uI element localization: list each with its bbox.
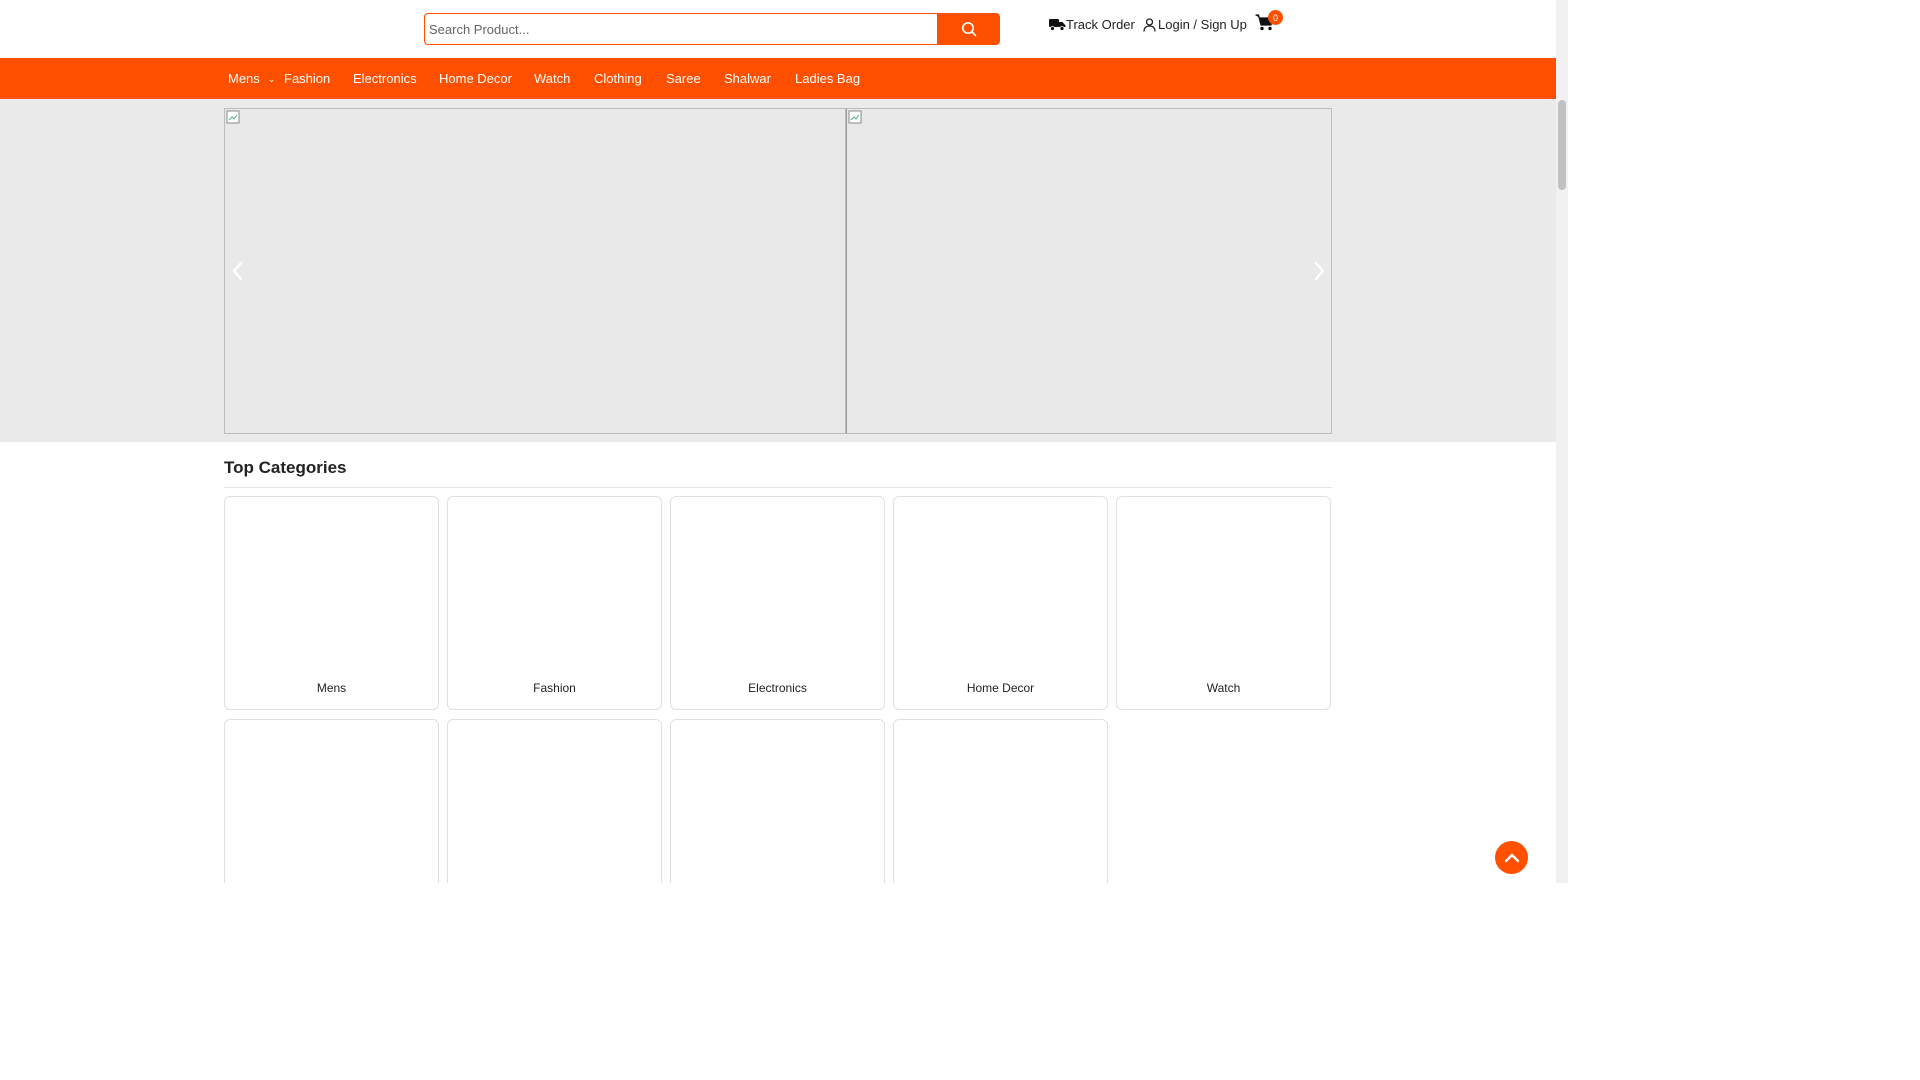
back-to-top-button[interactable] — [1495, 841, 1528, 874]
category-card-fashion[interactable]: Fashion — [447, 496, 662, 710]
nav-item-label: Mens — [228, 71, 260, 86]
category-label: Mens — [316, 681, 347, 695]
truck-icon — [1049, 19, 1066, 31]
nav-item-watch[interactable]: Watch — [534, 58, 570, 99]
category-card[interactable] — [670, 719, 885, 883]
header: Track Order Login / Sign Up 0 — [0, 0, 1556, 58]
category-card-mens[interactable]: Mens — [224, 496, 439, 710]
track-order-link[interactable]: Track Order — [1049, 17, 1135, 32]
carousel-slide[interactable] — [846, 108, 1332, 434]
page: Track Order Login / Sign Up 0 Mens ⌄ Fash… — [0, 0, 1568, 883]
category-card-electronics[interactable]: Electronics — [670, 496, 885, 710]
broken-image-icon — [848, 110, 862, 124]
nav-item-mens[interactable]: Mens ⌄ — [228, 58, 275, 99]
broken-image-icon — [226, 110, 240, 124]
scrollbar-thumb[interactable] — [1558, 100, 1566, 190]
nav-item-electronics[interactable]: Electronics — [353, 58, 417, 99]
category-label: Fashion — [533, 681, 576, 695]
category-card-watch[interactable]: Watch — [1116, 496, 1331, 710]
chevron-right-icon[interactable] — [1310, 259, 1328, 283]
category-label: Electronics — [748, 681, 807, 695]
search-icon — [961, 22, 976, 37]
category-card[interactable] — [447, 719, 662, 883]
search-button[interactable] — [937, 13, 1000, 45]
category-label: Watch — [1206, 681, 1241, 695]
chevron-up-icon — [1504, 853, 1519, 862]
login-label: Login / Sign Up — [1158, 17, 1247, 32]
section-title: Top Categories — [224, 458, 347, 477]
login-link[interactable]: Login / Sign Up — [1143, 17, 1247, 32]
chevron-down-icon: ⌄ — [267, 74, 276, 84]
page-scrollbar[interactable] — [1556, 0, 1568, 883]
cart-button[interactable]: 0 — [1255, 10, 1283, 38]
nav-item-saree[interactable]: Saree — [666, 58, 701, 99]
search-bar — [424, 13, 1000, 45]
category-card[interactable] — [893, 719, 1108, 883]
search-input[interactable] — [424, 13, 937, 45]
category-card[interactable] — [224, 719, 439, 883]
divider — [224, 487, 1332, 488]
chevron-left-icon[interactable] — [229, 259, 247, 283]
nav-item-ladies-bag[interactable]: Ladies Bag — [795, 58, 860, 99]
nav-item-shalwar[interactable]: Shalwar — [724, 58, 771, 99]
cart-count-badge: 0 — [1268, 10, 1283, 25]
nav-item-clothing[interactable]: Clothing — [594, 58, 642, 99]
category-label: Home Decor — [966, 681, 1035, 695]
main-nav: Mens ⌄ Fashion Electronics Home Decor Wat… — [0, 58, 1556, 99]
hero-carousel — [0, 99, 1556, 442]
carousel-slide[interactable] — [224, 108, 846, 434]
track-order-label: Track Order — [1066, 17, 1135, 32]
category-card-home-decor[interactable]: Home Decor — [893, 496, 1108, 710]
user-icon — [1143, 17, 1156, 32]
nav-item-home-decor[interactable]: Home Decor — [439, 58, 512, 99]
nav-item-fashion[interactable]: Fashion — [284, 58, 330, 99]
